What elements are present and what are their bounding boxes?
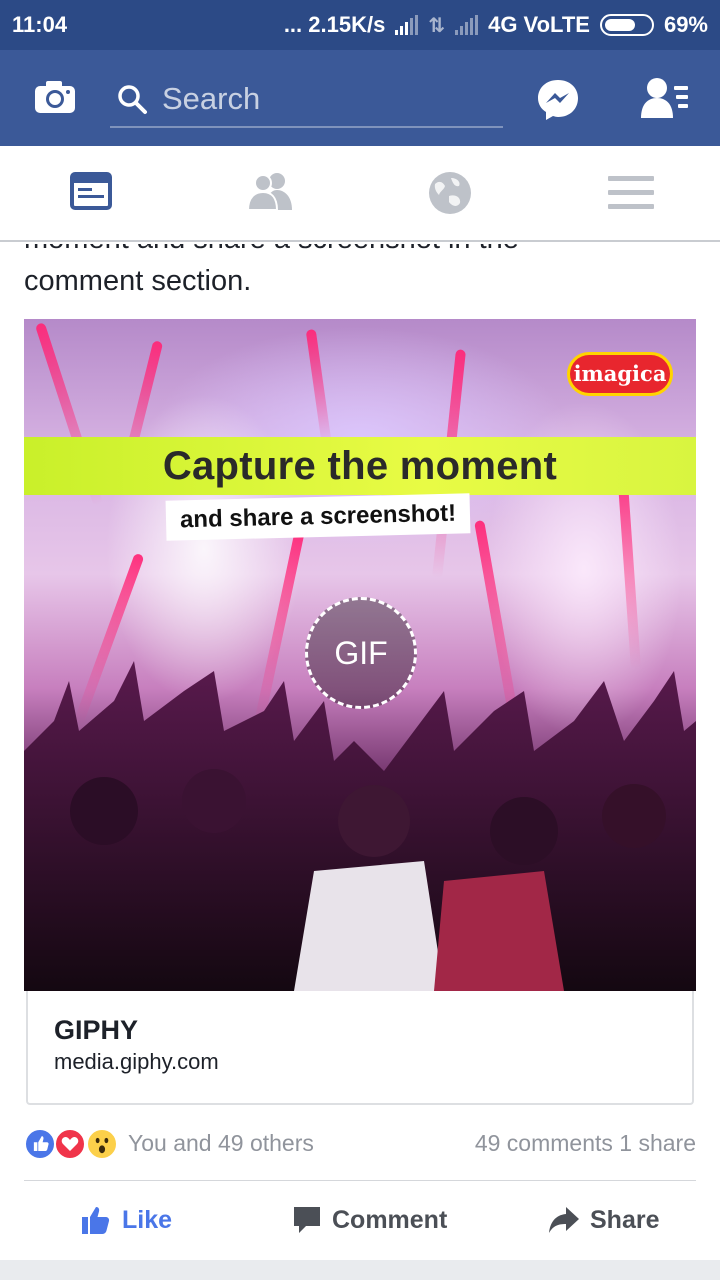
link-preview-card[interactable]: GIPHY media.giphy.com [26,991,694,1105]
comment-button[interactable]: Comment [292,1200,447,1240]
search-bar[interactable] [110,72,503,128]
camera-icon[interactable] [34,80,76,114]
gif-banner-title: Capture the moment [162,444,558,488]
share-label: Share [590,1205,660,1234]
comments-shares-count[interactable]: 49 comments 1 share [475,1130,696,1157]
crowd-image [24,661,696,991]
post-text: moment and share a screenshot in the com… [24,244,694,302]
tab-bar [0,146,720,242]
gif-banner-subtitle: and share a screenshot! [165,493,471,541]
like-button[interactable]: Like [80,1200,172,1240]
messenger-icon[interactable] [536,78,580,122]
battery-icon [599,14,654,36]
news-feed: moment and share a screenshot in the com… [0,244,720,1260]
network-type: 4G VoLTE [488,12,590,37]
link-title: GIPHY [54,1015,139,1045]
search-icon [118,85,147,114]
signal-icon-2 [455,15,479,35]
network-speed: ... 2.15K/s [283,12,386,37]
status-time: 11:04 [12,12,68,37]
like-reaction-icon [24,1128,56,1160]
globe-notifications-tab-icon[interactable] [425,170,475,216]
like-label: Like [122,1205,173,1234]
reactions-summary[interactable]: You and 49 others [128,1130,314,1157]
imagica-logo-badge: imagica [570,355,670,393]
share-arrow-icon [549,1207,579,1233]
menu-tab-icon[interactable] [606,170,656,216]
wow-reaction-icon [86,1128,118,1160]
friend-requests-icon[interactable] [640,76,690,120]
thumbs-up-icon [82,1207,110,1234]
divider [24,1180,696,1181]
reactions-row[interactable]: You and 49 others 49 comments 1 share [24,1124,696,1164]
signal-icon [395,15,419,35]
link-domain: media.giphy.com [54,1049,219,1074]
gif-play-button[interactable]: GIF [305,597,417,709]
gif-media[interactable]: imagica Capture the moment and share a s… [24,319,696,991]
friends-tab-icon[interactable] [246,170,296,216]
comment-label: Comment [332,1205,448,1234]
app-bar [0,50,720,146]
news-feed-tab-icon[interactable] [68,170,118,216]
post-text-line: comment section. [24,265,252,297]
comment-bubble-icon [294,1207,320,1233]
share-button[interactable]: Share [548,1200,659,1240]
search-input[interactable] [162,81,492,117]
battery-percent: 69% [663,12,708,37]
love-reaction-icon [54,1128,86,1160]
post-text-line-partial: moment and share a screenshot in the [24,244,694,260]
data-transfer-icon: ⇅ [428,14,446,37]
status-bar: 11:04 ... 2.15K/s ⇅ 4G VoLTE 69% [0,0,720,50]
next-post-edge [0,1260,720,1280]
